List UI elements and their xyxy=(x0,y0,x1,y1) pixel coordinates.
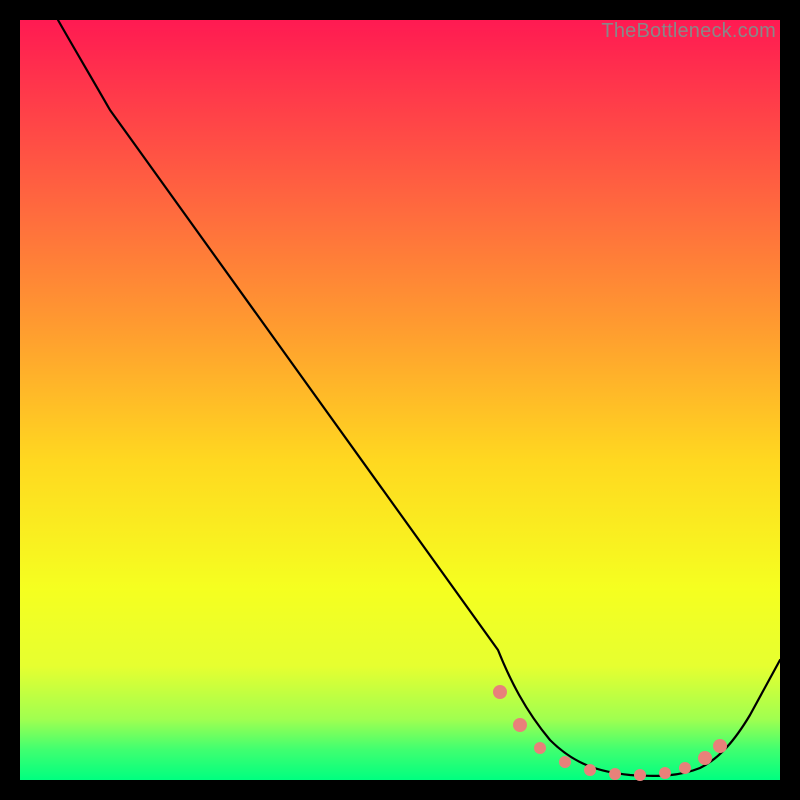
curve-path xyxy=(58,20,780,776)
chart-frame: TheBottleneck.com xyxy=(0,0,800,800)
flat-region-dots xyxy=(493,685,727,781)
bottleneck-curve xyxy=(20,20,780,780)
plot-area: TheBottleneck.com xyxy=(20,20,780,780)
